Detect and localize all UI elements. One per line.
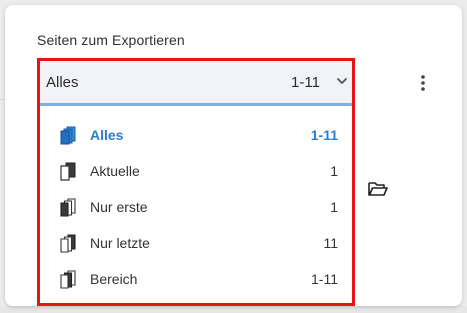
pages-select[interactable]: Alles 1-11	[40, 61, 352, 106]
option-label: Bereich	[90, 271, 138, 287]
option-count: 1-11	[310, 127, 338, 143]
option-count: 1	[330, 199, 338, 215]
option-alles[interactable]: Alles 1-11	[40, 117, 352, 153]
option-count: 1	[330, 163, 338, 179]
background-bottom	[0, 306, 467, 313]
range-pages-icon	[60, 270, 76, 289]
option-count: 11	[323, 235, 338, 251]
option-label: Aktuelle	[90, 163, 140, 179]
current-page-icon	[60, 162, 76, 181]
option-label: Alles	[90, 127, 124, 143]
select-value: Alles	[46, 74, 79, 91]
background-divider	[0, 99, 4, 100]
folder-open-icon[interactable]	[367, 180, 389, 198]
chevron-down-icon	[337, 78, 347, 84]
option-bereich[interactable]: Bereich 1-11	[40, 261, 352, 297]
option-label: Nur erste	[90, 199, 148, 215]
select-range: 1-11	[291, 74, 320, 91]
option-label: Nur letzte	[90, 235, 150, 251]
first-page-icon	[60, 198, 76, 217]
option-aktuelle[interactable]: Aktuelle 1	[40, 153, 352, 189]
option-nur-erste[interactable]: Nur erste 1	[40, 189, 352, 225]
dialog-title: Seiten zum Exportieren	[37, 32, 185, 48]
last-page-icon	[60, 234, 76, 253]
option-nur-letzte[interactable]: Nur letzte 11	[40, 225, 352, 261]
more-vert-icon[interactable]	[416, 73, 430, 93]
all-pages-icon	[60, 126, 76, 145]
option-count: 1-11	[311, 271, 338, 287]
